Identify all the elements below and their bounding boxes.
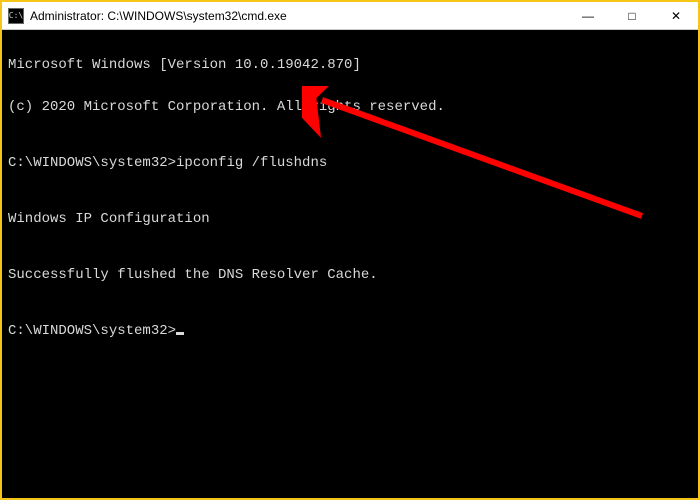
window-controls: — □ ✕ [566,2,698,29]
prompt-line-1: C:\WINDOWS\system32>ipconfig /flushdns [8,153,692,174]
text-cursor [176,332,184,335]
titlebar[interactable]: C:\ Administrator: C:\WINDOWS\system32\c… [2,2,698,30]
maximize-button[interactable]: □ [610,2,654,29]
copyright-line: (c) 2020 Microsoft Corporation. All righ… [8,97,692,118]
version-line: Microsoft Windows [Version 10.0.19042.87… [8,55,692,76]
close-button[interactable]: ✕ [654,2,698,29]
cmd-icon: C:\ [8,8,24,24]
minimize-button[interactable]: — [566,2,610,29]
ipconfig-header: Windows IP Configuration [8,209,692,230]
window-title: Administrator: C:\WINDOWS\system32\cmd.e… [30,9,287,23]
prompt-path: C:\WINDOWS\system32> [8,155,176,171]
titlebar-left: C:\ Administrator: C:\WINDOWS\system32\c… [2,8,287,24]
flush-result: Successfully flushed the DNS Resolver Ca… [8,265,692,286]
cmd-window: C:\ Administrator: C:\WINDOWS\system32\c… [0,0,700,500]
command-text: ipconfig /flushdns [176,155,327,171]
prompt-line-2: C:\WINDOWS\system32> [8,321,692,342]
prompt-path: C:\WINDOWS\system32> [8,323,176,339]
terminal-output[interactable]: Microsoft Windows [Version 10.0.19042.87… [2,30,698,498]
